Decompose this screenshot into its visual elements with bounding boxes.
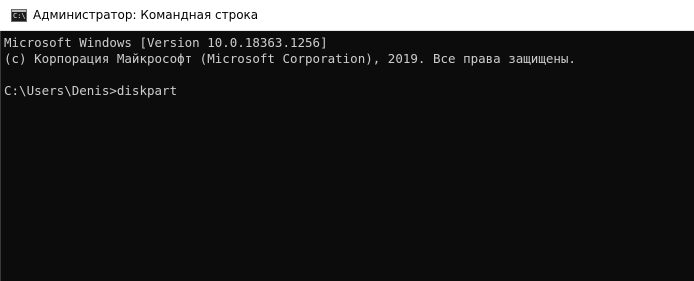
cmd-icon[interactable]: C:\ bbox=[11, 9, 27, 22]
cmd-icon-glyph: C:\ bbox=[13, 12, 26, 20]
console-line-command[interactable]: C:\Users\Denis>diskpart bbox=[4, 83, 177, 99]
command-prompt-window: C:\ Администратор: Командная строка Micr… bbox=[0, 0, 694, 281]
window-title: Администратор: Командная строка bbox=[33, 8, 259, 22]
console-line-copyright: (c) Корпорация Майкрософт (Microsoft Cor… bbox=[4, 51, 576, 66]
console-line-version: Microsoft Windows [Version 10.0.18363.12… bbox=[4, 35, 328, 50]
window-left-border bbox=[0, 31, 1, 281]
console-area[interactable] bbox=[0, 31, 694, 281]
title-bar[interactable]: C:\ Администратор: Командная строка bbox=[0, 0, 694, 31]
